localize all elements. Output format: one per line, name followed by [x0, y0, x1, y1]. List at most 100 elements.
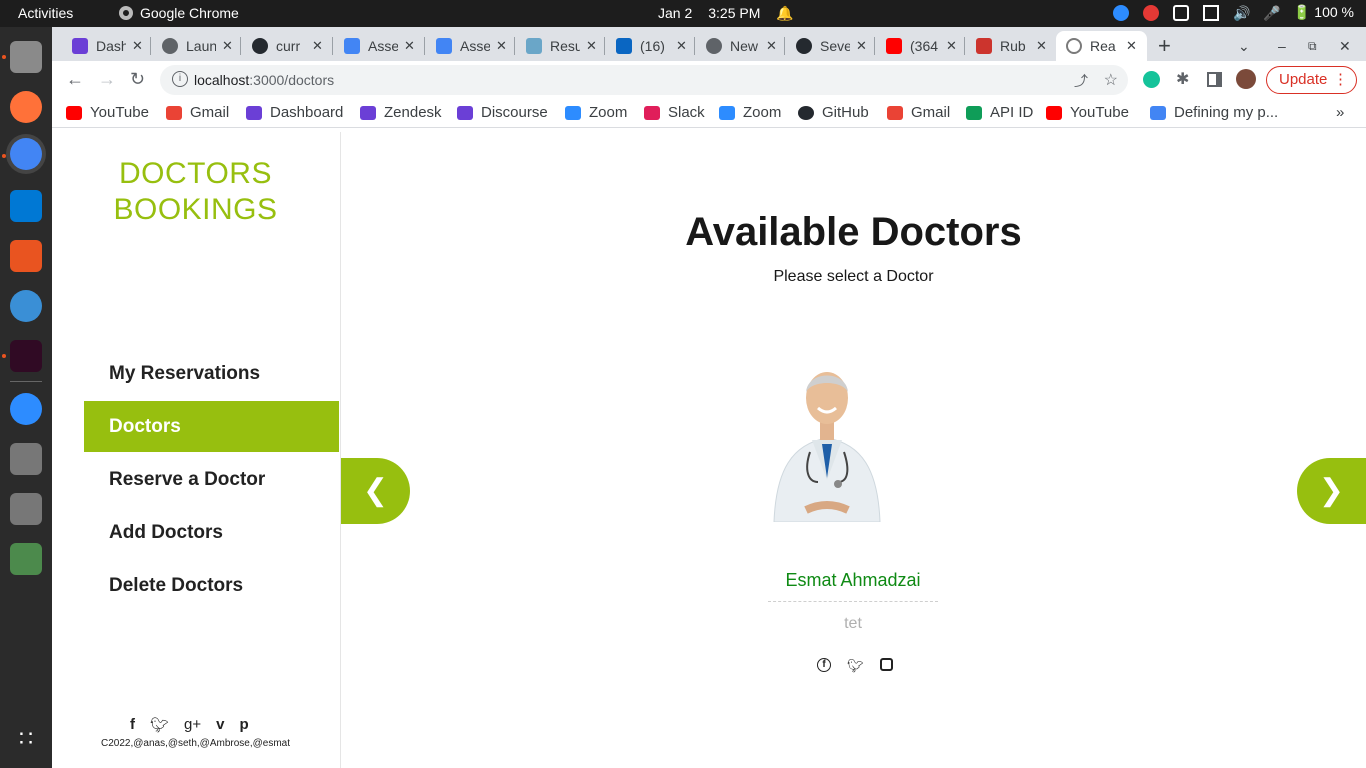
- web-page: DOCTORS BOOKINGS My Reservations Doctors…: [52, 132, 1366, 768]
- side-panel-icon[interactable]: [1207, 72, 1222, 87]
- zoom-dock-icon[interactable]: [10, 393, 42, 425]
- browser-tab[interactable]: New ✕: [706, 31, 777, 61]
- clock[interactable]: Jan 2 3:25 PM 🔔: [658, 5, 794, 22]
- twitter-icon[interactable]: 🐦︎: [847, 658, 864, 674]
- bookmark-item[interactable]: Gmail: [887, 104, 950, 121]
- dock: ∷: [0, 27, 52, 768]
- bookmark-item[interactable]: Slack: [644, 104, 705, 121]
- bookmark-item[interactable]: YouTube: [1046, 104, 1129, 121]
- nav-delete-doctors[interactable]: Delete Doctors: [84, 560, 339, 611]
- tab-close-icon[interactable]: ✕: [766, 38, 777, 54]
- docs-icon: [344, 38, 360, 54]
- system-tray[interactable]: 🔊 🎤 🔋 100 %: [1112, 4, 1354, 21]
- reload-icon[interactable]: ↻: [130, 69, 145, 90]
- site-info-icon[interactable]: i: [172, 71, 188, 87]
- forward-icon[interactable]: →: [98, 69, 116, 90]
- trash-icon[interactable]: [10, 543, 42, 575]
- bookmarks-overflow-icon[interactable]: »: [1336, 104, 1344, 121]
- browser-tab[interactable]: Dash ✕: [72, 31, 143, 61]
- bookmark-item[interactable]: Zoom: [719, 104, 781, 121]
- profile-avatar[interactable]: [1236, 69, 1256, 89]
- show-apps-icon[interactable]: ∷: [10, 723, 42, 755]
- tab-close-icon[interactable]: ✕: [946, 38, 957, 54]
- nav-reserve-a-doctor[interactable]: Reserve a Doctor: [84, 454, 339, 505]
- close-window-icon[interactable]: ✕: [1339, 31, 1351, 61]
- firefox-icon[interactable]: [10, 91, 42, 123]
- restore-icon[interactable]: ⧉: [1308, 31, 1317, 61]
- bookmark-item[interactable]: YouTube: [66, 104, 149, 121]
- twitter-icon[interactable]: 🐦︎: [150, 716, 169, 734]
- doctor-name[interactable]: Esmat Ahmadzai: [753, 570, 953, 591]
- nav-add-doctors[interactable]: Add Doctors: [84, 507, 339, 558]
- ssd-drive-icon[interactable]: [10, 443, 42, 475]
- tab-close-icon[interactable]: ✕: [132, 38, 143, 54]
- instagram-icon[interactable]: [879, 658, 893, 671]
- browser-tab-active[interactable]: Rea ✕: [1056, 31, 1147, 61]
- browser-tab[interactable]: Asse ✕: [344, 31, 415, 61]
- terminal-icon[interactable]: [10, 340, 42, 372]
- browser-tab[interactable]: Laun ✕: [162, 31, 233, 61]
- previous-doctor-button[interactable]: ❮: [341, 458, 410, 524]
- bookmark-item[interactable]: GitHub: [798, 104, 869, 121]
- browser-tab[interactable]: Rub ✕: [976, 31, 1047, 61]
- tab-close-icon[interactable]: ✕: [312, 38, 323, 54]
- more-options-icon[interactable]: ⋮: [1333, 67, 1348, 93]
- browser-tab[interactable]: (364 ✕: [886, 31, 957, 61]
- tab-close-icon[interactable]: ✕: [586, 38, 597, 54]
- tab-close-icon[interactable]: ✕: [676, 38, 687, 54]
- extensions-icon[interactable]: ✱: [1176, 69, 1189, 89]
- pinterest-icon[interactable]: p: [240, 716, 249, 734]
- dock-separator: [10, 381, 42, 382]
- ssd-drive-icon-2[interactable]: [10, 493, 42, 525]
- bookmark-item[interactable]: Discourse: [457, 104, 548, 121]
- nav-doctors[interactable]: Doctors: [84, 401, 339, 452]
- software-center-icon[interactable]: [10, 240, 42, 272]
- bookmark-item[interactable]: Gmail: [166, 104, 229, 121]
- doctor-photo[interactable]: [762, 360, 892, 522]
- update-button[interactable]: Update ⋮: [1266, 66, 1357, 94]
- bookmark-item[interactable]: Zendesk: [360, 104, 442, 121]
- tab-close-icon[interactable]: ✕: [856, 38, 867, 54]
- browser-tab[interactable]: curr ✕: [252, 31, 323, 61]
- chrome-dock-icon[interactable]: [10, 138, 42, 170]
- bookmark-item[interactable]: Zoom: [565, 104, 627, 121]
- grammarly-icon[interactable]: [1143, 71, 1160, 88]
- tab-close-icon[interactable]: ✕: [1126, 38, 1137, 54]
- help-icon[interactable]: [10, 290, 42, 322]
- app-menu[interactable]: Google Chrome: [118, 5, 239, 21]
- nav-my-reservations[interactable]: My Reservations: [84, 348, 339, 399]
- share-icon[interactable]: ⤴: [1074, 71, 1088, 91]
- bookmark-item[interactable]: API ID: [966, 104, 1033, 121]
- files-icon[interactable]: [10, 41, 42, 73]
- tab-close-icon[interactable]: ✕: [222, 38, 233, 54]
- zendesk-icon: [360, 105, 376, 120]
- new-tab-button[interactable]: +: [1158, 31, 1171, 61]
- browser-tab[interactable]: (16) ✕: [616, 31, 687, 61]
- vscode-icon[interactable]: [10, 190, 42, 222]
- bookmark-star-icon[interactable]: ☆: [1104, 70, 1118, 90]
- tab-close-icon[interactable]: ✕: [496, 38, 507, 54]
- activities-button[interactable]: Activities: [18, 5, 73, 21]
- tab-close-icon[interactable]: ✕: [404, 38, 415, 54]
- tab-search-icon[interactable]: ⌄: [1238, 31, 1250, 61]
- react-icon: [1066, 38, 1082, 54]
- gmail-icon: [887, 105, 903, 120]
- google-plus-icon[interactable]: g+: [184, 716, 201, 734]
- minimize-icon[interactable]: –: [1278, 31, 1286, 61]
- back-icon[interactable]: ←: [66, 69, 84, 90]
- app-logo[interactable]: DOCTORS BOOKINGS: [52, 156, 339, 228]
- doctor-social-links: f 🐦︎: [817, 658, 893, 674]
- next-doctor-button[interactable]: ❯: [1297, 458, 1366, 524]
- bookmark-item[interactable]: Defining my p...: [1150, 104, 1278, 121]
- address-bar[interactable]: i localhost:3000/doctors ⤴ ☆: [160, 65, 1128, 95]
- facebook-icon[interactable]: f: [130, 716, 135, 734]
- browser-tab[interactable]: Asse ✕: [436, 31, 507, 61]
- running-indicator: [2, 154, 6, 158]
- tab-close-icon[interactable]: ✕: [1036, 38, 1047, 54]
- vimeo-icon[interactable]: v: [216, 716, 224, 734]
- sidebar: DOCTORS BOOKINGS My Reservations Doctors…: [52, 132, 341, 768]
- browser-tab[interactable]: Seve ✕: [796, 31, 867, 61]
- facebook-icon[interactable]: f: [817, 658, 831, 672]
- browser-tab[interactable]: Resu ✕: [526, 31, 597, 61]
- bookmark-item[interactable]: Dashboard: [246, 104, 343, 121]
